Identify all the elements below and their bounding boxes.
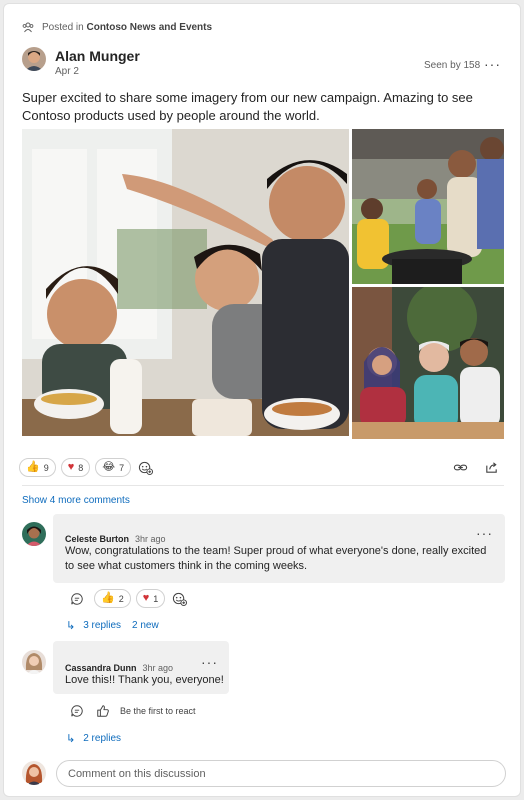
view-replies-link[interactable]: 3 replies — [83, 620, 121, 631]
comment-icon — [71, 705, 83, 717]
reply-arrow-icon: ↳ — [66, 733, 76, 745]
campaign-photo-top-right[interactable] — [352, 129, 504, 284]
reply-button[interactable] — [68, 702, 86, 720]
posted-in-line: Posted in Contoso News and Events — [22, 21, 212, 33]
reaction-laugh[interactable]: 😂 7 — [95, 458, 132, 477]
current-user-avatar[interactable] — [22, 761, 46, 785]
reaction-count: 1 — [153, 593, 159, 604]
community-link[interactable]: Contoso News and Events — [86, 22, 212, 33]
comment-actions: Be the first to react — [68, 702, 196, 720]
new-replies-badge[interactable]: 2 new — [132, 620, 159, 631]
thumbs-up-icon: 👍 — [26, 461, 40, 473]
comment-more-button[interactable]: ··· — [476, 526, 493, 540]
seen-count[interactable]: Seen by 158 — [424, 60, 480, 71]
reaction-count: 7 — [119, 462, 125, 473]
post-body: Super excited to share some imagery from… — [22, 90, 473, 123]
divider — [22, 485, 504, 486]
first-to-react-text: Be the first to react — [120, 706, 196, 716]
like-button[interactable] — [94, 702, 112, 720]
reaction-like[interactable]: 👍 9 — [19, 458, 56, 477]
replies-row: ↳ 3 replies 2 new — [66, 619, 159, 632]
comment-actions: 👍 2 ♥ 1 — [68, 589, 188, 608]
reply-arrow-icon: ↳ — [66, 620, 76, 632]
heart-icon: ♥ — [142, 592, 150, 604]
post-card: Posted in Contoso News and Events Alan M… — [3, 3, 521, 797]
author-name[interactable]: Alan Munger — [55, 48, 140, 64]
comment-reaction-heart[interactable]: ♥ 1 — [135, 589, 166, 608]
reaction-count: 9 — [43, 462, 49, 473]
comment-input[interactable]: Comment on this discussion — [56, 760, 506, 787]
copy-link-button[interactable] — [451, 458, 469, 476]
share-button[interactable] — [482, 458, 500, 476]
comment-icon — [71, 592, 83, 605]
thumbs-up-icon: 👍 — [101, 592, 115, 604]
comment-time: 3hr ago — [135, 534, 166, 544]
comment-more-button[interactable]: ··· — [201, 655, 218, 669]
reply-button[interactable] — [68, 590, 86, 608]
campaign-photo-main[interactable] — [22, 129, 349, 436]
campaign-photo-bottom-right[interactable] — [352, 287, 504, 439]
laugh-icon: 😂 — [102, 461, 116, 473]
comment-bubble: Celeste Burton 3hr ago ··· Wow, congratul… — [53, 514, 505, 583]
comment-text: Wow, congratulations to the team! Super … — [65, 545, 487, 572]
commenter-avatar[interactable] — [22, 522, 46, 546]
comment-bubble: Cassandra Dunn 3hr ago ··· Love this!! Th… — [53, 641, 229, 694]
share-icon — [485, 461, 497, 473]
reaction-count: 2 — [118, 593, 124, 604]
add-reaction-button[interactable] — [170, 590, 188, 608]
heart-icon: ♥ — [67, 461, 75, 473]
commenter-name[interactable]: Cassandra Dunn — [65, 663, 137, 673]
add-reaction-icon — [138, 461, 153, 475]
add-reaction-icon — [172, 592, 187, 606]
show-more-comments-link[interactable]: Show 4 more comments — [22, 495, 130, 506]
post-date: Apr 2 — [55, 66, 79, 77]
comment-reaction-like[interactable]: 👍 2 — [94, 589, 131, 608]
posted-prefix: Posted in — [42, 21, 84, 33]
post-reactions: 👍 9 ♥ 8 😂 7 — [19, 458, 154, 477]
post-more-button[interactable]: ··· — [484, 57, 501, 71]
comment-time: 3hr ago — [142, 663, 174, 673]
comment-text: Love this!! Thank you, everyone! — [65, 674, 224, 686]
reaction-heart[interactable]: ♥ 8 — [60, 458, 91, 477]
commenter-avatar[interactable] — [22, 650, 46, 674]
thumbs-up-outline-icon — [97, 705, 109, 717]
community-icon — [22, 22, 34, 33]
commenter-name[interactable]: Celeste Burton — [65, 534, 129, 544]
author-avatar[interactable] — [22, 47, 46, 71]
view-replies-link[interactable]: 2 replies — [83, 733, 121, 744]
add-reaction-button[interactable] — [136, 459, 154, 477]
link-icon — [453, 464, 467, 470]
replies-row: ↳ 2 replies — [66, 732, 121, 745]
reaction-count: 8 — [78, 462, 84, 473]
